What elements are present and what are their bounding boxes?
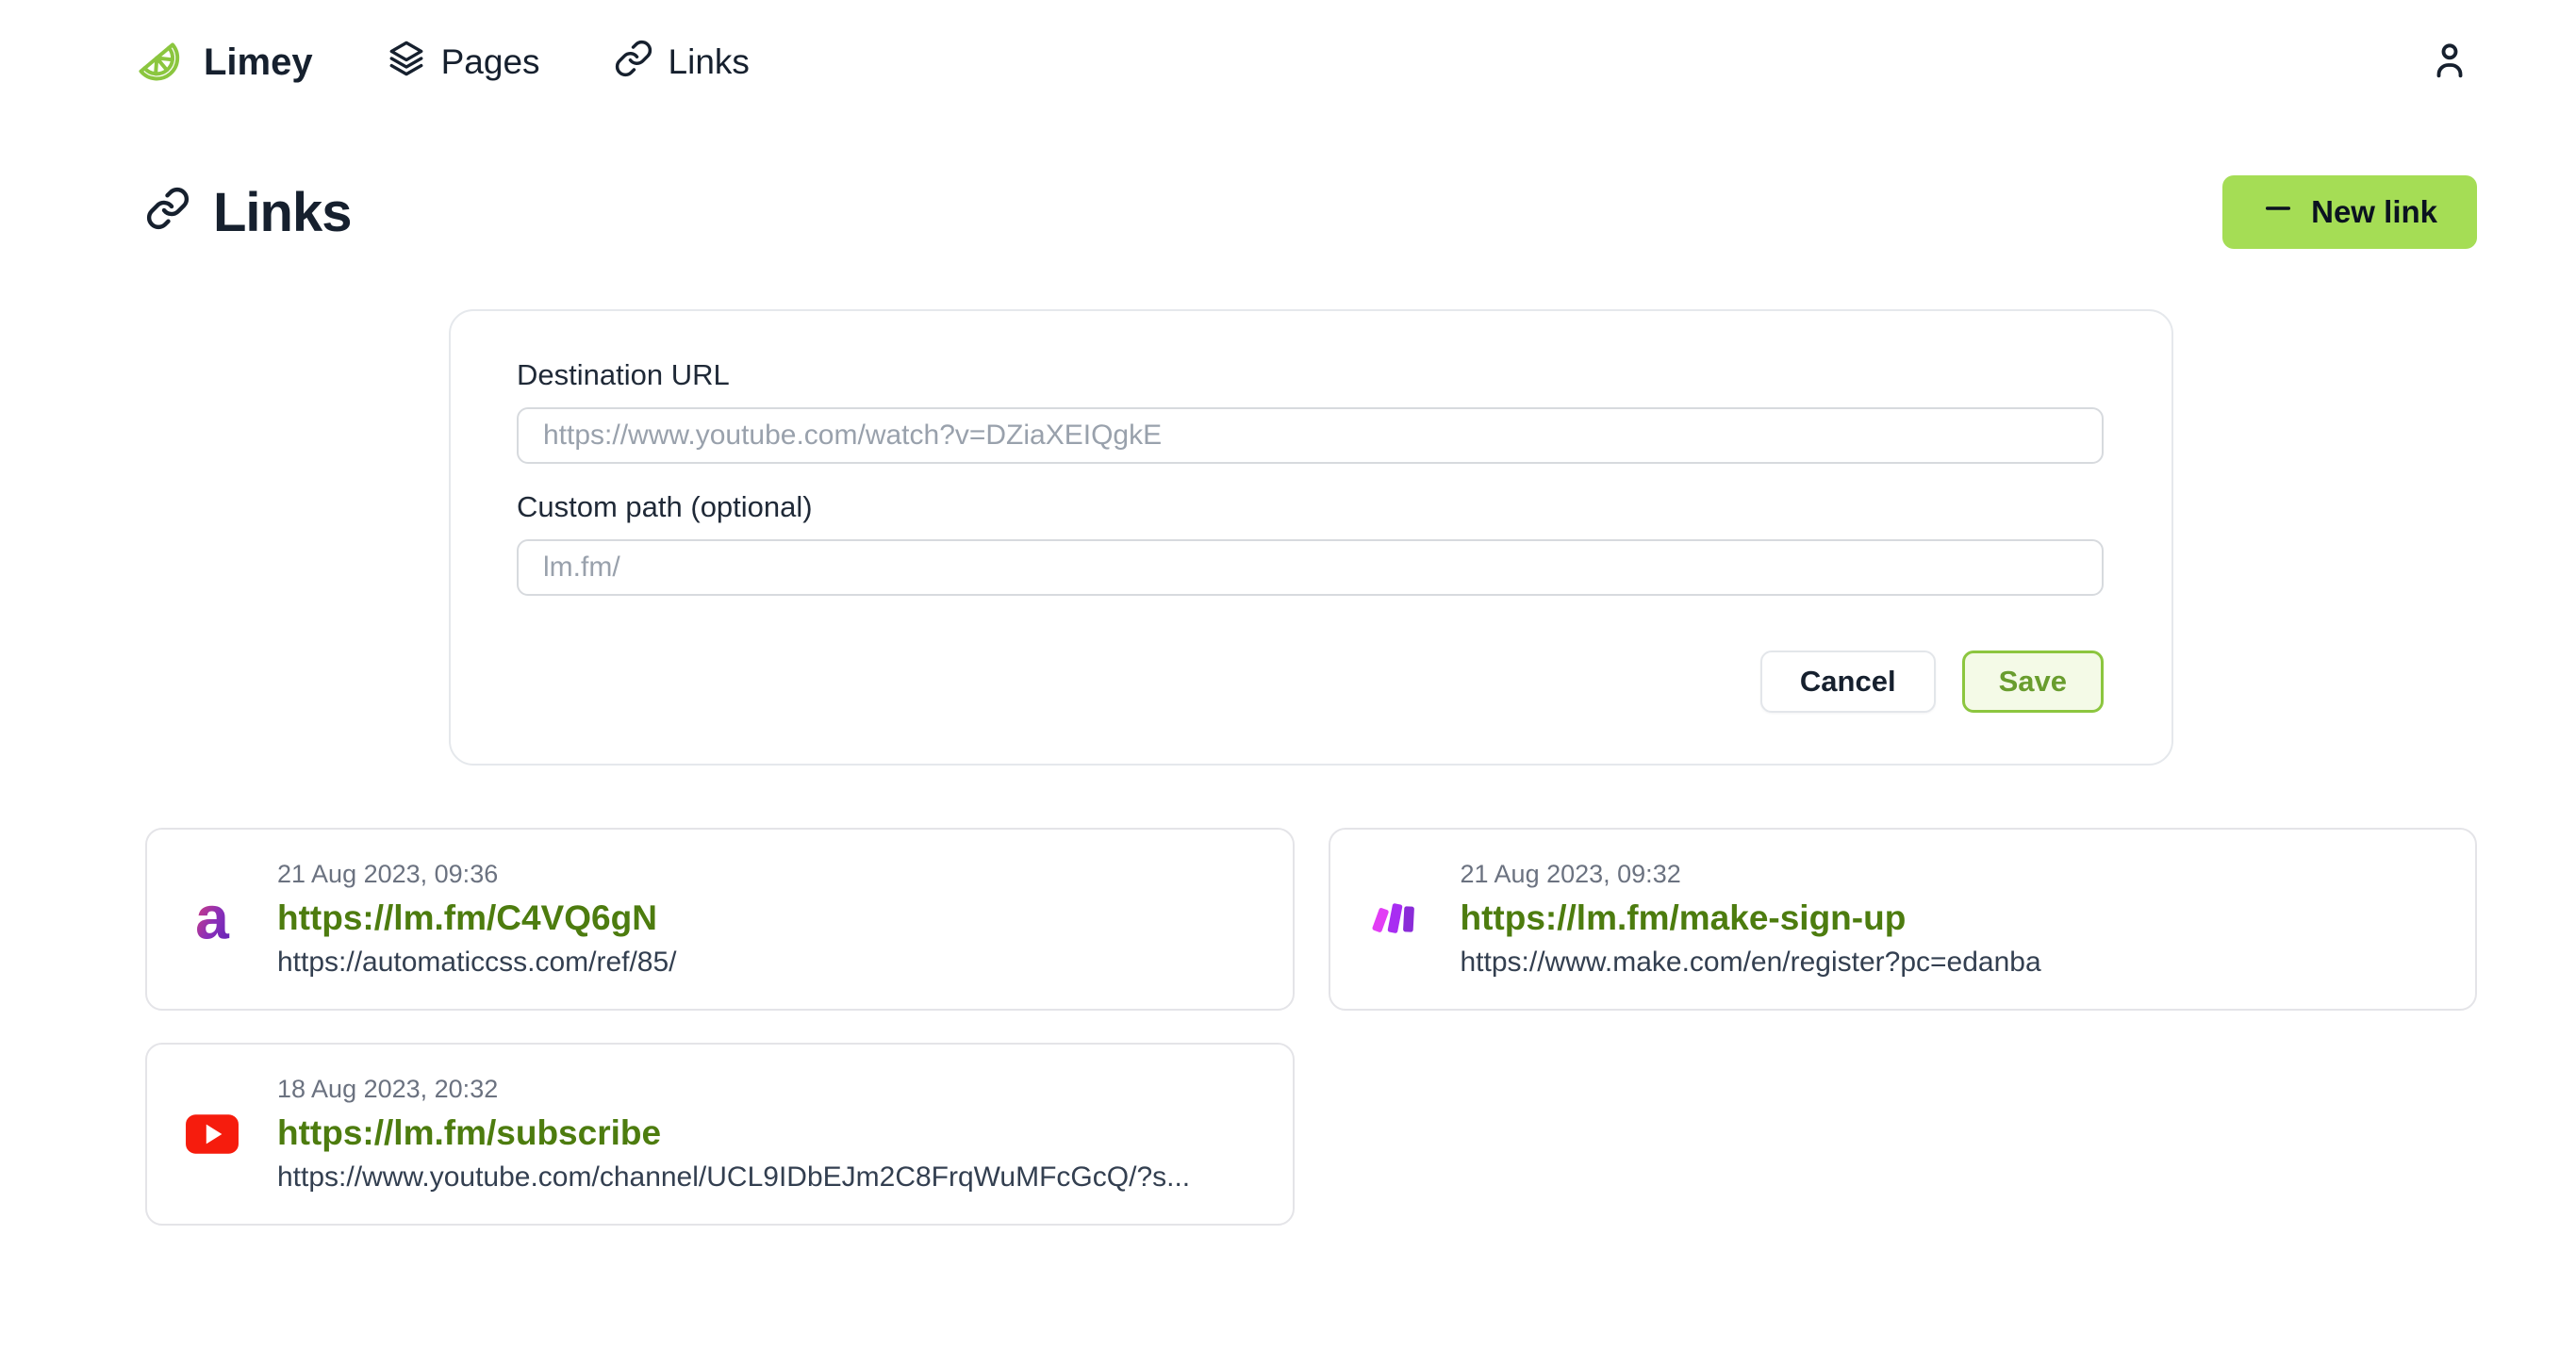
page-title-label: Links	[213, 181, 352, 244]
page-title: Links	[145, 181, 352, 244]
destination-url-text: https://www.make.com/en/register?pc=edan…	[1461, 947, 2041, 979]
brand-label: Limey	[204, 41, 313, 84]
custom-path-input[interactable]	[517, 539, 2104, 596]
destination-url-text: https://www.youtube.com/channel/UCL9IDbE…	[277, 1161, 1190, 1194]
form-actions: Cancel Save	[517, 651, 2104, 713]
nav-item-label: Links	[669, 42, 750, 82]
short-link[interactable]: https://lm.fm/make-sign-up	[1461, 898, 2041, 938]
svg-text:a: a	[195, 892, 230, 947]
link-card-body: 18 Aug 2023, 20:32 https://lm.fm/subscri…	[277, 1075, 1190, 1194]
lime-logo-icon	[134, 36, 187, 89]
new-link-button-label: New link	[2311, 194, 2437, 230]
link-card-body: 21 Aug 2023, 09:32 https://lm.fm/make-si…	[1461, 860, 2041, 979]
link-icon	[614, 39, 653, 87]
page-content: Links New link Destination URL Custom pa…	[145, 175, 2477, 1226]
link-created-date: 18 Aug 2023, 20:32	[277, 1075, 1190, 1104]
cancel-button[interactable]: Cancel	[1760, 651, 1936, 713]
destination-url-input[interactable]	[517, 407, 2104, 464]
destination-field-group: Destination URL	[517, 358, 2104, 464]
new-link-form: Destination URL Custom path (optional) C…	[449, 309, 2173, 766]
custom-path-field-group: Custom path (optional)	[517, 490, 2104, 596]
user-menu-button[interactable]	[2423, 36, 2476, 89]
custom-path-label: Custom path (optional)	[517, 490, 2104, 524]
youtube-favicon	[185, 1107, 239, 1161]
link-card: a 21 Aug 2023, 09:36 https://lm.fm/C4VQ6…	[145, 828, 1295, 1011]
automaticcss-favicon: a	[185, 892, 239, 947]
short-link[interactable]: https://lm.fm/C4VQ6gN	[277, 898, 677, 938]
link-card: 18 Aug 2023, 20:32 https://lm.fm/subscri…	[145, 1043, 1295, 1226]
top-nav: Limey Pages Links	[0, 0, 2576, 124]
nav-item-label: Pages	[441, 42, 540, 82]
nav-item-links[interactable]: Links	[614, 39, 750, 87]
minus-icon	[2262, 192, 2294, 232]
destination-url-label: Destination URL	[517, 358, 2104, 392]
link-created-date: 21 Aug 2023, 09:36	[277, 860, 677, 889]
short-link[interactable]: https://lm.fm/subscribe	[277, 1113, 1190, 1153]
destination-url-text: https://automaticcss.com/ref/85/	[277, 947, 677, 979]
link-icon	[145, 181, 190, 244]
page-header: Links New link	[145, 175, 2477, 249]
make-favicon	[1368, 894, 1423, 945]
brand-limey[interactable]: Limey	[134, 36, 313, 89]
nav-item-pages[interactable]: Pages	[387, 39, 540, 87]
link-card-body: 21 Aug 2023, 09:36 https://lm.fm/C4VQ6gN…	[277, 860, 677, 979]
links-list: a 21 Aug 2023, 09:36 https://lm.fm/C4VQ6…	[145, 828, 2477, 1226]
user-icon	[2428, 39, 2471, 87]
stack-icon	[387, 39, 426, 87]
link-created-date: 21 Aug 2023, 09:32	[1461, 860, 2041, 889]
link-card: 21 Aug 2023, 09:32 https://lm.fm/make-si…	[1329, 828, 2478, 1011]
save-button[interactable]: Save	[1962, 651, 2104, 713]
new-link-button[interactable]: New link	[2222, 175, 2477, 249]
